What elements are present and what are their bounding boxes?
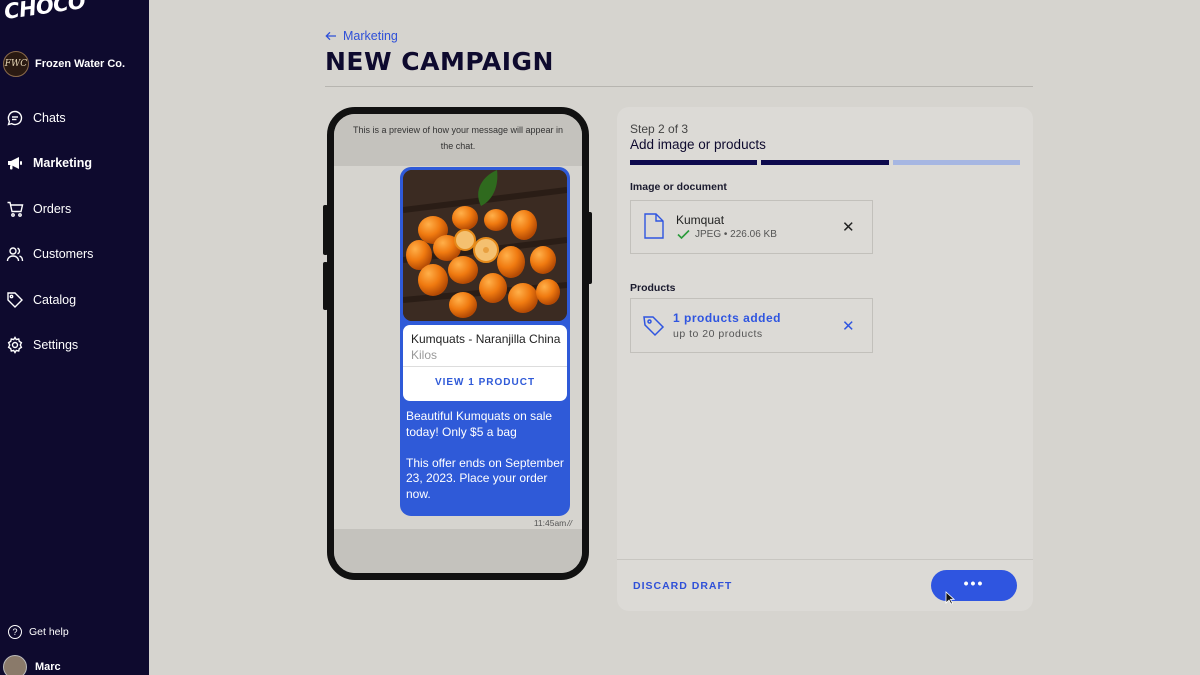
- message-text: Beautiful Kumquats on sale today! Only $…: [406, 409, 566, 502]
- choco-logo[interactable]: CHOCO: [3, 0, 87, 24]
- progress-segment-3: [893, 160, 1020, 165]
- next-button-loading[interactable]: •••: [931, 570, 1017, 601]
- gear-icon: [6, 336, 24, 355]
- sidebar-item-catalog[interactable]: Catalog: [0, 277, 149, 323]
- arrow-left-icon: [325, 31, 336, 41]
- message-paragraph: Beautiful Kumquats on sale today! Only $…: [406, 409, 553, 439]
- phone-preview: This is a preview of how your message wi…: [327, 107, 589, 580]
- sidebar-item-label: Orders: [33, 201, 72, 216]
- footer-divider: [617, 559, 1033, 560]
- file-name: Kumquat: [676, 213, 725, 227]
- product-card: Kumquats - Naranjilla China Kilos VIEW 1…: [403, 325, 567, 401]
- remove-file-button[interactable]: ✕: [842, 220, 855, 235]
- sidebar-item-label: Customers: [33, 247, 94, 262]
- product-unit: Kilos: [411, 348, 438, 362]
- document-icon: [644, 213, 664, 239]
- message-paragraph: This offer ends on September 23, 2023. P…: [406, 455, 564, 501]
- products-added-count: 1 products added: [673, 311, 782, 325]
- back-link-label: Marketing: [343, 29, 398, 43]
- sidebar-item-label: Settings: [33, 338, 79, 353]
- sidebar: CHOCO FWC Frozen Water Co. Chats Marketi…: [0, 0, 149, 675]
- chat-icon: [6, 109, 24, 127]
- sidebar-item-label: Marketing: [33, 156, 93, 171]
- company-avatar: FWC: [3, 51, 29, 77]
- added-products[interactable]: 1 products added up to 20 products ✕: [630, 298, 873, 353]
- file-meta: JPEG • 226.06 KB: [695, 229, 777, 240]
- discard-draft-button[interactable]: DISCARD DRAFT: [633, 580, 732, 592]
- phone-input-area: [334, 529, 582, 573]
- message-bubble: Kumquats - Naranjilla China Kilos VIEW 1…: [400, 167, 570, 516]
- users-icon: [6, 245, 24, 263]
- company-name: Frozen Water Co.: [35, 58, 126, 70]
- help-icon: ?: [8, 625, 22, 639]
- preview-notice: This is a preview of how your message wi…: [334, 114, 582, 166]
- card-divider: [403, 366, 567, 367]
- sidebar-item-customers[interactable]: Customers: [0, 232, 149, 278]
- attached-file: Kumquat JPEG • 226.06 KB ✕: [630, 200, 873, 254]
- product-image: [403, 170, 567, 321]
- view-product-button[interactable]: VIEW 1 PRODUCT: [403, 377, 567, 388]
- mouse-cursor-icon: [945, 591, 955, 605]
- get-help-link[interactable]: ? Get help: [8, 625, 69, 639]
- step-title: Add image or products: [630, 137, 766, 152]
- step-indicator: Step 2 of 3: [630, 122, 689, 136]
- remove-products-button[interactable]: ✕: [842, 319, 855, 334]
- sidebar-item-orders[interactable]: Orders: [0, 186, 149, 232]
- products-section-label: Products: [630, 282, 676, 294]
- sidebar-item-label: Catalog: [33, 292, 77, 307]
- image-section-label: Image or document: [630, 181, 727, 193]
- double-check-icon: //: [567, 518, 572, 528]
- products-limit: up to 20 products: [673, 328, 763, 340]
- progress-segment-2: [761, 160, 889, 165]
- sidebar-item-label: Chats: [33, 110, 66, 125]
- header-divider: [325, 86, 1033, 87]
- cart-icon: [6, 200, 24, 218]
- tag-icon: [6, 291, 24, 309]
- page-title: NEW CAMPAIGN: [325, 47, 554, 76]
- back-link[interactable]: Marketing: [325, 29, 398, 43]
- message-timestamp: 11:45am//: [533, 518, 572, 528]
- product-name: Kumquats - Naranjilla China: [411, 332, 561, 346]
- campaign-wizard-panel: Step 2 of 3 Add image or products Image …: [617, 107, 1033, 611]
- user-name: Marc: [35, 661, 61, 673]
- check-icon: [677, 229, 690, 240]
- sidebar-item-settings[interactable]: Settings: [0, 323, 149, 369]
- tag-icon: [643, 316, 665, 337]
- megaphone-icon: [6, 154, 24, 172]
- company-switcher[interactable]: FWC Frozen Water Co.: [3, 51, 125, 77]
- avatar: [3, 655, 27, 675]
- sidebar-item-chats[interactable]: Chats: [0, 95, 149, 141]
- get-help-label: Get help: [29, 626, 69, 638]
- sidebar-item-marketing[interactable]: Marketing: [0, 141, 149, 187]
- sidebar-nav: Chats Marketing Orders Customers Catalog: [0, 95, 149, 368]
- progress-segment-1: [630, 160, 757, 165]
- user-menu[interactable]: Marc: [3, 655, 61, 675]
